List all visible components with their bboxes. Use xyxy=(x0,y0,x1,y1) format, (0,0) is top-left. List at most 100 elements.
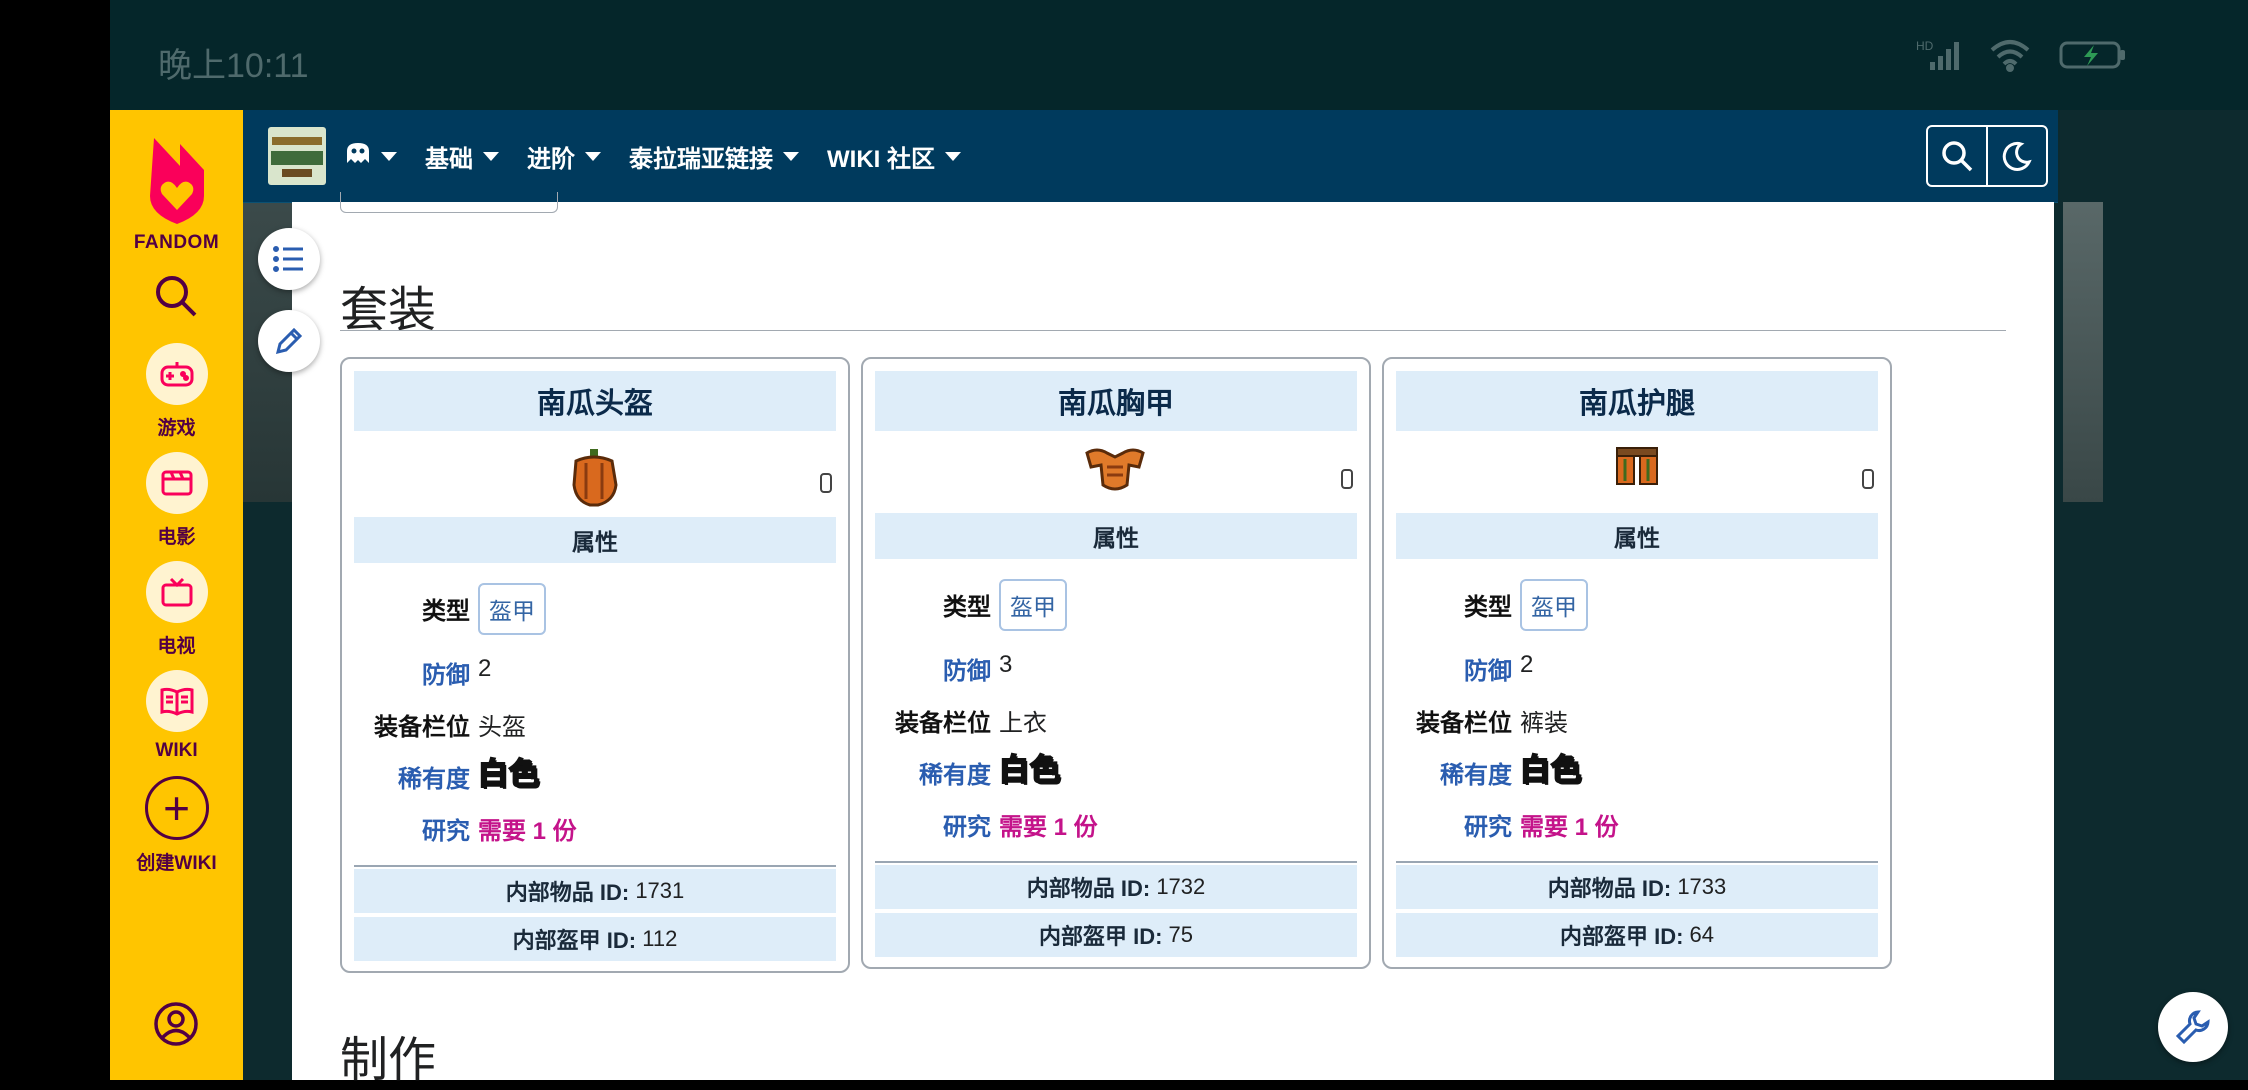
rarity-link[interactable]: 稀有度 xyxy=(919,755,991,790)
fandom-nav-label: WIKI xyxy=(155,740,198,761)
type-row: 类型 盔甲 xyxy=(342,583,848,635)
chevron-down-icon xyxy=(945,151,961,161)
infobox-title: 南瓜头盔 xyxy=(354,371,836,431)
rarity-row: 稀有度 白色 xyxy=(342,751,848,795)
tools-button[interactable] xyxy=(2158,992,2228,1062)
internal-item-id: 内部物品 ID: 1733 xyxy=(1396,865,1878,909)
network-type-label: HD xyxy=(1916,39,1934,53)
research-row: 研究 需要 1 份 xyxy=(863,799,1369,843)
fandom-nav-tv[interactable]: 电视 xyxy=(110,561,243,658)
fandom-nav-label: 创建WIKI xyxy=(136,853,217,874)
infobox-divider xyxy=(1396,861,1878,863)
film-icon xyxy=(145,452,208,514)
gamepad-icon xyxy=(145,343,208,405)
research-link[interactable]: 研究 xyxy=(943,807,991,842)
research-row: 研究 需要 1 份 xyxy=(342,803,848,847)
slot-value: 裤装 xyxy=(1520,710,1568,737)
nav-item-basics[interactable]: 基础 xyxy=(425,139,499,174)
pumpkin-breastplate-sprite xyxy=(1085,448,1145,491)
defense-row: 防御 2 xyxy=(1384,643,1890,687)
nav-label: 泰拉瑞亚链接 xyxy=(629,145,773,173)
infobox-divider xyxy=(875,861,1357,863)
slot-label: 装备栏位 xyxy=(895,710,991,737)
type-tag[interactable]: 盔甲 xyxy=(478,583,546,635)
defense-link[interactable]: 防御 xyxy=(1464,651,1512,686)
pumpkin-leggings-sprite xyxy=(1616,447,1658,485)
type-row: 类型 盔甲 xyxy=(863,579,1369,631)
theme-toggle-button[interactable] xyxy=(1986,127,2046,185)
research-link[interactable]: 研究 xyxy=(422,811,470,846)
item-id-label: 内部物品 ID: xyxy=(1026,876,1151,901)
armor-id-label: 内部盔甲 ID: xyxy=(1038,924,1163,949)
rarity-value: 白色 xyxy=(998,753,1061,788)
research-value: 需要 1 份 xyxy=(478,818,577,845)
research-value: 需要 1 份 xyxy=(1520,814,1619,841)
slot-value: 上衣 xyxy=(999,710,1047,737)
slot-label: 装备栏位 xyxy=(1416,710,1512,737)
item-image xyxy=(342,443,848,507)
defense-link[interactable]: 防御 xyxy=(422,655,470,690)
zoom-icon[interactable] xyxy=(1862,469,1874,489)
nav-label: 基础 xyxy=(425,145,473,173)
chevron-down-icon xyxy=(783,151,799,161)
rarity-link[interactable]: 稀有度 xyxy=(398,759,470,794)
list-icon xyxy=(273,246,303,272)
armor-id-value: 64 xyxy=(1689,922,1715,947)
research-link[interactable]: 研究 xyxy=(1464,807,1512,842)
nav-item-wiki-community[interactable]: WIKI 社区 xyxy=(827,139,961,174)
slot-label: 装备栏位 xyxy=(374,714,470,741)
internal-armor-id: 内部盔甲 ID: 75 xyxy=(875,913,1357,957)
attributes-header: 属性 xyxy=(875,513,1357,559)
wiki-logo[interactable] xyxy=(268,127,326,185)
rarity-link[interactable]: 稀有度 xyxy=(1440,755,1512,790)
item-infobox: 南瓜胸甲 属性 类型 盔甲 防御 3 装备栏位 上衣 稀有度 白色 研究 需要 … xyxy=(861,357,1371,969)
defense-value: 2 xyxy=(1520,651,1534,678)
item-id-value: 1731 xyxy=(635,878,685,903)
infobox-divider xyxy=(354,865,836,867)
tv-icon xyxy=(145,561,208,623)
defense-row: 防御 3 xyxy=(863,643,1369,687)
zoom-icon[interactable] xyxy=(1341,469,1353,489)
search-icon[interactable] xyxy=(153,273,199,324)
fandom-nav-games[interactable]: 游戏 xyxy=(110,343,243,440)
article-content: 套装 南瓜头盔 属性 类型 盔甲 防御 2 装备栏位 头盔 稀有度 白色 研究 … xyxy=(258,192,2054,1088)
item-infobox: 南瓜护腿 属性 类型 盔甲 防御 2 装备栏位 裤装 稀有度 白色 研究 需要 … xyxy=(1382,357,1892,969)
armor-id-label: 内部盔甲 ID: xyxy=(512,928,637,953)
internal-item-id: 内部物品 ID: 1732 xyxy=(875,865,1357,909)
nav-item-advanced[interactable]: 进阶 xyxy=(527,139,601,174)
edit-button[interactable] xyxy=(258,310,320,372)
pumpkin-helmet-sprite xyxy=(572,449,618,507)
type-tag[interactable]: 盔甲 xyxy=(1520,579,1588,631)
fandom-nav-label: 游戏 xyxy=(157,418,196,439)
internal-armor-id: 内部盔甲 ID: 64 xyxy=(1396,913,1878,957)
user-icon[interactable] xyxy=(152,1000,200,1053)
internal-item-id: 内部物品 ID: 1731 xyxy=(354,869,836,913)
research-row: 研究 需要 1 份 xyxy=(1384,799,1890,843)
fandom-nav-wiki[interactable]: WIKI xyxy=(110,670,243,762)
internal-armor-id: 内部盔甲 ID: 112 xyxy=(354,917,836,961)
fandom-nav-movies[interactable]: 电影 xyxy=(110,452,243,549)
signal-icon: HD xyxy=(1916,38,1962,72)
nav-item-terraria-links[interactable]: 泰拉瑞亚链接 xyxy=(629,139,799,174)
nav-label: 进阶 xyxy=(527,145,575,173)
pencil-icon xyxy=(275,327,303,355)
nav-item-explore[interactable] xyxy=(345,141,397,172)
moon-icon xyxy=(2002,141,2032,171)
fandom-nav-create-wiki[interactable]: + 创建WIKI xyxy=(110,776,243,875)
research-value: 需要 1 份 xyxy=(999,814,1098,841)
armor-id-value: 75 xyxy=(1168,922,1194,947)
type-tag[interactable]: 盔甲 xyxy=(999,579,1067,631)
fandom-nav-label: 电视 xyxy=(157,636,196,657)
fandom-global-nav: FANDOM 游戏 电影 电视 WIKI + 创建WIKI xyxy=(110,110,243,1080)
zoom-icon[interactable] xyxy=(820,473,832,493)
wifi-icon xyxy=(1988,38,2032,72)
chevron-down-icon xyxy=(381,151,397,161)
battery-icon xyxy=(2058,38,2128,72)
table-of-contents-button[interactable] xyxy=(258,228,320,290)
wiki-header: 基础 进阶 泰拉瑞亚链接 WIKI 社区 xyxy=(243,110,2058,203)
wiki-nav-menu: 基础 进阶 泰拉瑞亚链接 WIKI 社区 xyxy=(345,110,989,202)
slot-row: 装备栏位 头盔 xyxy=(342,699,848,743)
search-button[interactable] xyxy=(1928,127,1986,185)
fandom-logo-icon[interactable] xyxy=(142,126,212,231)
defense-link[interactable]: 防御 xyxy=(943,651,991,686)
